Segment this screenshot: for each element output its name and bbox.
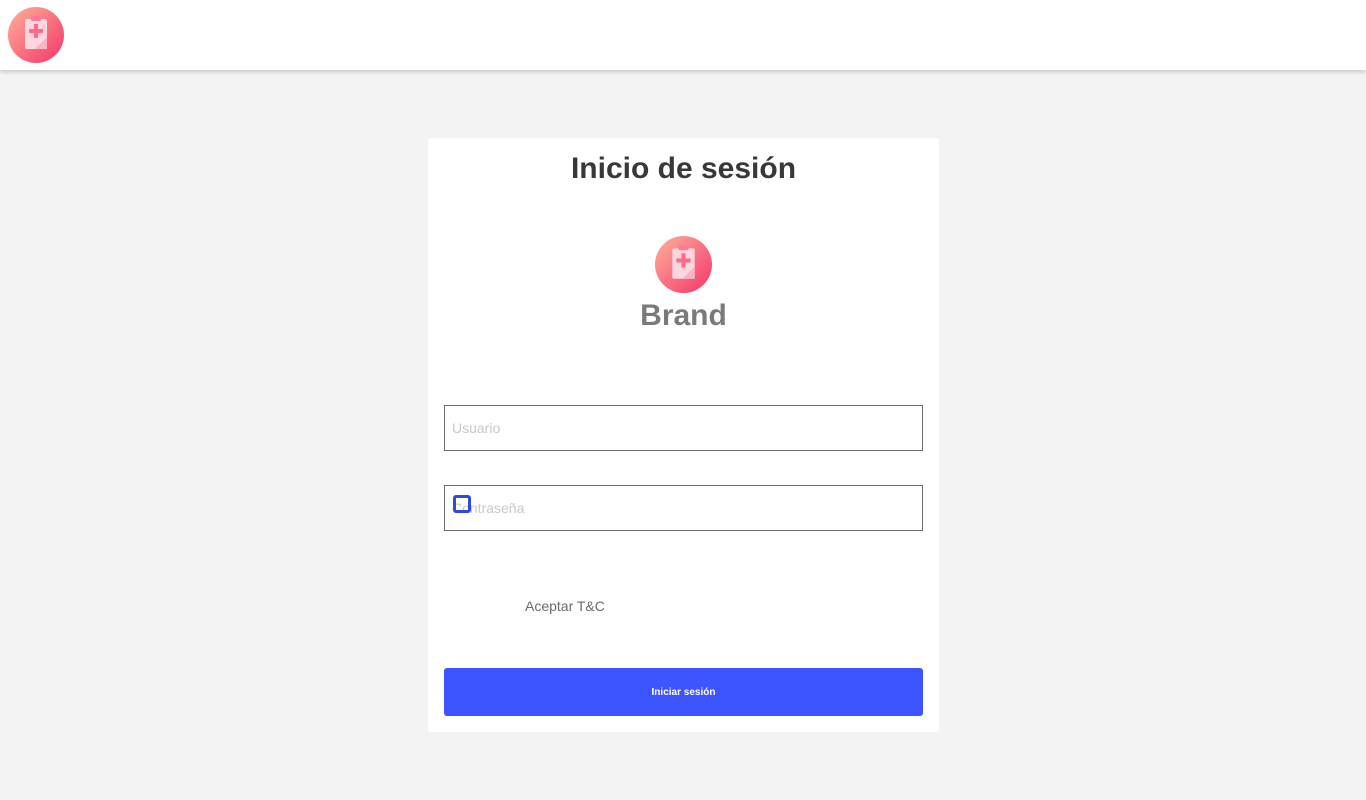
top-navbar — [0, 0, 1366, 70]
clipboard-medical-icon[interactable] — [8, 7, 64, 63]
clipboard-medical-icon — [655, 236, 712, 293]
login-button[interactable]: Iniciar sesión — [444, 668, 923, 716]
page-title: Inicio de sesión — [570, 152, 797, 185]
login-card: Inicio de sesión Brand Aceptar T&C Inici… — [428, 138, 939, 732]
username-input[interactable] — [444, 405, 923, 451]
terms-checkbox[interactable] — [453, 495, 471, 513]
password-input[interactable] — [444, 485, 923, 531]
terms-label: Aceptar T&C — [525, 598, 605, 614]
brand-name: Brand — [640, 299, 727, 332]
